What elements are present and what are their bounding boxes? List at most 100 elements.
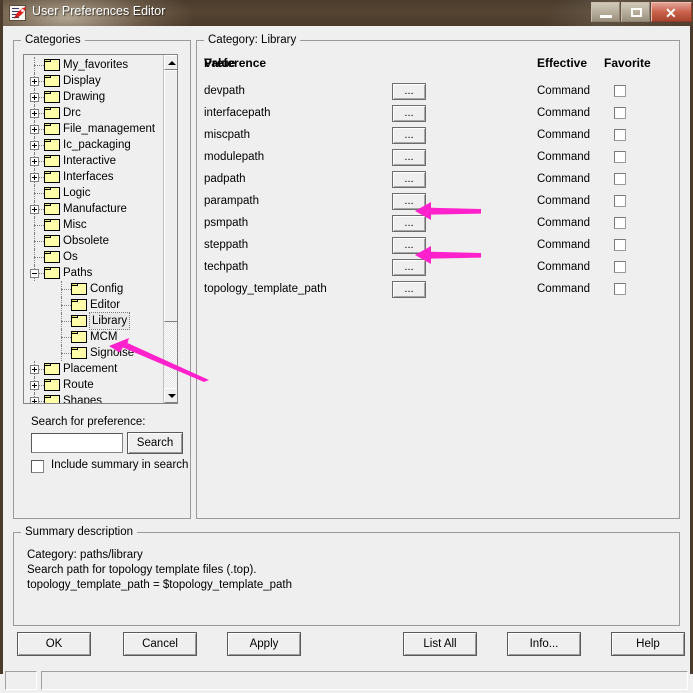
tree-guide-connector [61, 337, 71, 339]
ok-button[interactable]: OK [17, 632, 91, 656]
folder-icon [44, 91, 60, 103]
tree-item-os[interactable]: Os [24, 249, 165, 265]
window-controls: ✕ [590, 2, 692, 23]
tree-vertical-scrollbar[interactable] [163, 55, 177, 403]
tree-item-config[interactable]: Config [24, 281, 165, 297]
tree-item-misc[interactable]: Misc [24, 217, 165, 233]
info-button[interactable]: Info... [507, 632, 581, 656]
value-browse-button[interactable]: ... [392, 149, 426, 166]
tree-item-label: Config [90, 283, 124, 295]
tree-item-drawing[interactable]: Drawing [24, 89, 165, 105]
tree-items: My_favorites Display Drawing Drc File_manage… [24, 57, 165, 404]
preference-row: steppath... Command [204, 236, 670, 258]
expand-plus-icon[interactable] [30, 381, 39, 390]
value-browse-button[interactable]: ... [392, 193, 426, 210]
tree-item-manufacture[interactable]: Manufacture [24, 201, 165, 217]
cancel-button[interactable]: Cancel [123, 632, 197, 656]
search-input[interactable] [31, 433, 123, 453]
listall-button[interactable]: List All [403, 632, 477, 656]
value-browse-button[interactable]: ... [392, 215, 426, 232]
favorite-checkbox[interactable] [614, 173, 626, 185]
favorite-checkbox[interactable] [614, 151, 626, 163]
tree-item-interactive[interactable]: Interactive [24, 153, 165, 169]
tree-item-my_favorites[interactable]: My_favorites [24, 57, 165, 73]
minimize-button[interactable] [591, 2, 620, 22]
close-button[interactable]: ✕ [651, 2, 692, 22]
summary-legend: Summary description [21, 526, 138, 538]
value-browse-button[interactable]: ... [392, 83, 426, 100]
tree-item-paths[interactable]: Paths [24, 265, 165, 281]
scrollbar-thumb[interactable] [164, 70, 177, 322]
favorite-checkbox[interactable] [614, 85, 626, 97]
value-browse-button[interactable]: ... [392, 237, 426, 254]
collapse-minus-icon[interactable] [30, 269, 39, 278]
favorite-checkbox[interactable] [614, 239, 626, 251]
tree-item-ic_packaging[interactable]: Ic_packaging [24, 137, 165, 153]
tree-item-label: Signoise [90, 347, 135, 359]
folder-icon [44, 155, 60, 167]
expand-plus-icon[interactable] [30, 205, 39, 214]
favorite-checkbox[interactable] [614, 107, 626, 119]
folder-icon [71, 283, 87, 295]
search-button[interactable]: Search [127, 432, 183, 454]
tree-item-logic[interactable]: Logic [24, 185, 165, 201]
tree-item-label: Shapes [63, 395, 103, 404]
tree-item-placement[interactable]: Placement [24, 361, 165, 377]
tree-guide-connector [61, 289, 71, 291]
expand-plus-icon[interactable] [30, 93, 39, 102]
tree-item-mcm[interactable]: MCM [24, 329, 165, 345]
effective-value: Command [537, 85, 591, 97]
tree-item-signoise[interactable]: Signoise [24, 345, 165, 361]
preference-name: parampath [204, 195, 259, 207]
value-browse-button[interactable]: ... [392, 171, 426, 188]
value-browse-button[interactable]: ... [392, 105, 426, 122]
apply-button[interactable]: Apply [227, 632, 301, 656]
favorite-checkbox[interactable] [614, 283, 626, 295]
tree-item-library[interactable]: Library [24, 312, 165, 330]
folder-tab [71, 347, 78, 350]
tree-item-label: Placement [63, 363, 118, 375]
preference-row: topology_template_path... Command [204, 280, 670, 302]
tree-item-obsolete[interactable]: Obsolete [24, 233, 165, 249]
favorite-checkbox[interactable] [614, 195, 626, 207]
value-browse-button[interactable]: ... [392, 127, 426, 144]
categories-tree[interactable]: My_favorites Display Drawing Drc File_manage… [23, 54, 178, 404]
expand-plus-icon[interactable] [30, 109, 39, 118]
favorite-checkbox[interactable] [614, 217, 626, 229]
expand-plus-icon[interactable] [30, 141, 39, 150]
tree-item-interfaces[interactable]: Interfaces [24, 169, 165, 185]
status-bar [3, 669, 690, 693]
folder-tab [71, 299, 78, 302]
tree-item-shapes[interactable]: Shapes [24, 393, 165, 404]
tree-item-label: Manufacture [63, 203, 127, 215]
include-summary-checkbox[interactable] [31, 460, 44, 473]
expand-plus-icon[interactable] [30, 157, 39, 166]
expand-plus-icon[interactable] [30, 365, 39, 374]
expand-plus-icon[interactable] [30, 397, 39, 403]
tree-item-display[interactable]: Display [24, 73, 165, 89]
tree-item-file_management[interactable]: File_management [24, 121, 165, 137]
value-browse-button[interactable]: ... [392, 281, 426, 298]
tree-item-drc[interactable]: Drc [24, 105, 165, 121]
tree-item-route[interactable]: Route [24, 377, 165, 393]
folder-icon [44, 75, 60, 87]
scroll-down-button[interactable] [164, 388, 177, 403]
expand-plus-icon[interactable] [30, 77, 39, 86]
folder-tab [44, 235, 51, 238]
tree-item-editor[interactable]: Editor [24, 297, 165, 313]
favorite-checkbox[interactable] [614, 261, 626, 273]
tree-guide-connector [34, 193, 44, 195]
effective-value: Command [537, 107, 591, 119]
tree-item-label: Paths [63, 267, 93, 279]
expand-plus-icon[interactable] [30, 173, 39, 182]
preference-row: parampath... Command [204, 192, 670, 214]
preferences-table: Preference Value Effective Favorite devp… [204, 56, 670, 302]
preference-name: techpath [204, 261, 249, 273]
favorite-checkbox[interactable] [614, 129, 626, 141]
value-browse-button[interactable]: ... [392, 259, 426, 276]
folder-icon [44, 171, 60, 183]
expand-plus-icon[interactable] [30, 125, 39, 134]
help-button[interactable]: Help [611, 632, 685, 656]
scroll-up-button[interactable] [164, 55, 177, 70]
maximize-button[interactable] [621, 2, 650, 22]
